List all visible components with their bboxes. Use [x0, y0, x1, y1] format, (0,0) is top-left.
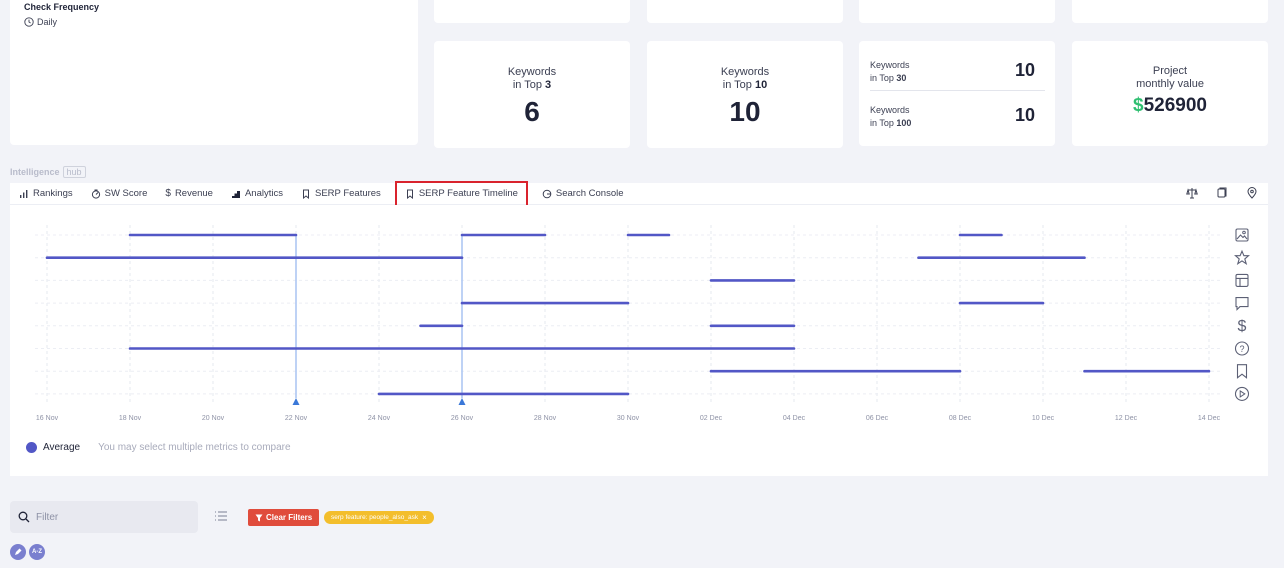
star-icon[interactable] [1234, 249, 1250, 265]
top10-rank: 10 [754, 79, 768, 91]
timeline-svg: 16 Nov 18 Nov 20 Nov 22 Nov 24 Nov 26 Nov 28 N… [35, 225, 1250, 422]
tab-serp-feature-timeline[interactable]: SERP Feature Timeline [394, 180, 528, 207]
tab-revenue[interactable]: $ Revenue [156, 183, 222, 205]
location-pin-icon[interactable] [1246, 186, 1258, 199]
top3-rank: 3 [545, 79, 552, 91]
hub-badge: hub [62, 166, 86, 178]
x-tick-label: 12 Dec [1115, 415, 1138, 422]
check-frequency-card: Check Frequency Daily [10, 0, 418, 145]
keywords-top10-card: Keywords in Top 10 10 [647, 41, 843, 148]
clear-filters-button[interactable]: Clear Filters [248, 509, 320, 526]
tab-analytics[interactable]: Analytics [222, 183, 292, 205]
play-icon[interactable] [1234, 386, 1250, 401]
question-icon[interactable]: ? [1234, 341, 1250, 356]
keywords-top3-card: Keywords in Top 3 6 [434, 41, 630, 148]
check-frequency-value: Daily [24, 17, 57, 27]
filter-icon [255, 514, 263, 521]
tab-search-console[interactable]: Search Console [533, 183, 633, 205]
top30-row: Keywords in Top 30 10 [870, 59, 1045, 91]
x-tick-label: 20 Nov [202, 415, 225, 422]
filter-input[interactable]: Filter [10, 501, 198, 533]
check-frequency-label: Check Frequency [24, 2, 100, 12]
tab-sw-score[interactable]: SW Score [82, 183, 157, 205]
edit-button[interactable] [10, 544, 26, 560]
keywords-top30-100-card: Keywords in Top 30 10 Keywords in Top 10… [859, 41, 1055, 146]
comment-icon[interactable] [1235, 297, 1249, 311]
monthly-value: 526900 [1143, 95, 1207, 116]
x-tick-label: 08 Dec [949, 415, 972, 422]
x-tick-label: 02 Dec [700, 415, 723, 422]
search-icon [18, 511, 30, 523]
top3-line1: Keywords [507, 66, 557, 78]
top3-value: 6 [524, 96, 540, 127]
bookmark-icon [406, 189, 413, 199]
chart-legend: Average You may select multiple metrics … [26, 442, 291, 453]
hub-tab-bar: Rankings SW Score $ Revenue Analytics SE… [10, 180, 1268, 207]
dollar-icon[interactable]: $ [1238, 318, 1247, 335]
bar-chart-icon [20, 189, 28, 198]
x-tick-label: 14 Dec [1198, 415, 1221, 422]
compare-icon[interactable] [1186, 186, 1198, 199]
top10-value: 10 [729, 96, 761, 127]
x-tick-label: 24 Nov [368, 415, 391, 422]
top100-rank: 100 [896, 118, 912, 128]
image-icon[interactable] [1235, 228, 1249, 242]
pencil-icon [15, 548, 22, 555]
top30-value: 10 [1014, 60, 1035, 80]
google-icon [542, 189, 552, 198]
intelligence-hub-title: Intelligence hub [10, 166, 86, 178]
bookmark-icon[interactable] [1236, 364, 1248, 379]
clock-icon [24, 17, 34, 27]
cropped-stat-card-3 [859, 0, 1055, 23]
analytics-icon [231, 190, 240, 198]
x-tick-label: 16 Nov [36, 415, 59, 422]
monthly-value-card: Project monthly value $526900 [1072, 41, 1268, 146]
x-tick-label: 04 Dec [783, 415, 806, 422]
top100-value: 10 [1014, 105, 1035, 125]
dollar-icon: $ [165, 188, 171, 199]
x-tick-label: 06 Dec [866, 415, 889, 422]
filter-placeholder: Filter [36, 511, 59, 523]
x-tick-label: 22 Nov [285, 415, 308, 422]
x-tick-label: 26 Nov [451, 415, 474, 422]
x-tick-label: 10 Dec [1032, 415, 1055, 422]
cropped-stat-card-4 [1072, 0, 1268, 23]
layout-icon[interactable] [1235, 273, 1249, 287]
currency-symbol: $ [1133, 95, 1144, 116]
event-marker-icon [458, 398, 466, 405]
monthly-line1: Project [1152, 65, 1188, 77]
event-marker-icon [292, 398, 300, 405]
top30-rank: 30 [896, 73, 907, 83]
tab-serp-features[interactable]: SERP Features [292, 183, 390, 205]
legend-label-average[interactable]: Average [43, 442, 80, 453]
legend-hint: You may select multiple metrics to compa… [98, 442, 291, 453]
close-icon[interactable]: × [422, 513, 427, 522]
tab-rankings[interactable]: Rankings [10, 183, 82, 205]
cropped-stat-card-1 [434, 0, 630, 23]
x-tick-label: 18 Nov [119, 415, 142, 422]
bookmark-icon [302, 189, 309, 199]
monthly-line2: monthly value [1136, 78, 1204, 90]
top10-line1: Keywords [720, 66, 770, 78]
top100-row: Keywords in Top 100 10 [870, 105, 1035, 128]
svg-text:$: $ [1238, 318, 1247, 335]
list-view-icon[interactable] [214, 510, 228, 522]
sort-az-button[interactable]: A-Z [29, 544, 45, 560]
svg-text:?: ? [1239, 344, 1244, 354]
active-filter-tag[interactable]: serp feature: people_also_ask × [324, 511, 434, 524]
serp-feature-timeline-chart: 16 Nov 18 Nov 20 Nov 22 Nov 24 Nov 26 Nov 28 N… [10, 205, 1268, 476]
gauge-icon [91, 189, 100, 199]
x-tick-label: 28 Nov [534, 415, 557, 422]
copy-icon[interactable] [1216, 186, 1228, 198]
x-tick-label: 30 Nov [617, 415, 640, 422]
legend-dot-average[interactable] [26, 442, 37, 453]
cropped-stat-card-2 [647, 0, 843, 23]
tab-actions [1186, 186, 1258, 199]
